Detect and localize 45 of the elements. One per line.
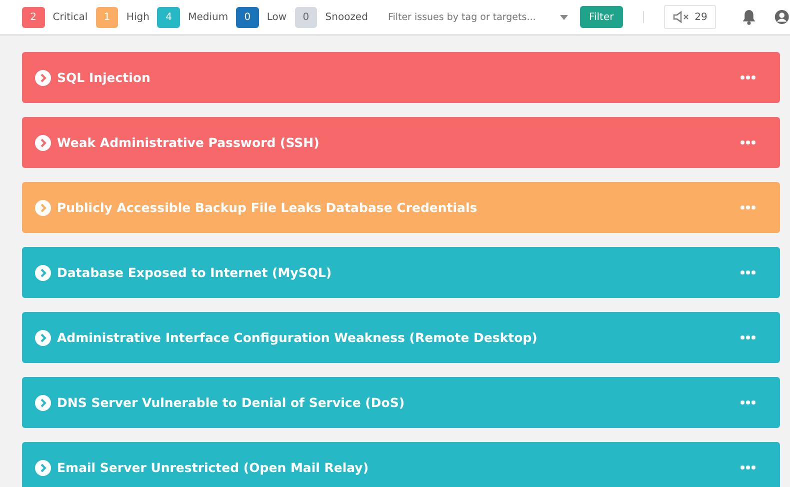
severity-label: Low	[266, 12, 287, 22]
severity-label: Snoozed	[325, 12, 368, 22]
more-icon[interactable]	[740, 270, 756, 275]
severity-label: Medium	[188, 12, 228, 22]
mute-icon	[672, 11, 691, 23]
bell-icon[interactable]	[742, 8, 756, 26]
count-badge[interactable]: 0	[294, 6, 318, 28]
muted-button[interactable]: 29	[664, 5, 716, 29]
issue-title: Publicly Accessible Backup File Leaks Database Credentials	[57, 200, 478, 215]
expand-icon[interactable]	[35, 330, 51, 346]
expand-icon[interactable]	[35, 394, 51, 410]
count-badge[interactable]: 1	[96, 6, 118, 28]
search-field[interactable]: Filter issues by tag or targets...	[386, 10, 568, 24]
severity-label: High	[126, 12, 150, 22]
issue-card[interactable]: Email Server Unrestricted (Open Mail Relay)	[22, 442, 780, 487]
more-icon[interactable]	[740, 465, 756, 470]
issue-card[interactable]: Weak Administrative Password (SSH)	[22, 117, 780, 168]
issue-card[interactable]: DNS Server Vulnerable to Denial of Service (DoS)	[22, 377, 780, 428]
issue-title: DNS Server Vulnerable to Denial of Service (DoS)	[57, 395, 406, 410]
filter-button[interactable]: Filter	[580, 6, 623, 28]
more-icon[interactable]	[740, 205, 756, 210]
expand-icon[interactable]	[35, 264, 51, 280]
more-icon[interactable]	[740, 75, 756, 80]
issue-card[interactable]: Publicly Accessible Backup File Leaks Database Credentials	[22, 182, 780, 233]
severity-label: Critical	[52, 12, 88, 22]
issue-title: Administrative Interface Configuration Weakness (Remote Desktop)	[57, 330, 538, 345]
expand-icon[interactable]	[35, 134, 51, 150]
issue-title: Email Server Unrestricted (Open Mail Relay)	[57, 460, 370, 475]
expand-icon[interactable]	[35, 70, 51, 86]
issue-card[interactable]: SQL Injection	[22, 52, 780, 103]
more-icon[interactable]	[740, 140, 756, 145]
issue-card[interactable]: Administrative Interface Configuration Weakness (Remote Desktop)	[22, 312, 780, 363]
expand-icon[interactable]	[35, 200, 51, 216]
count-badge[interactable]: 0	[236, 6, 259, 28]
caret-icon	[560, 14, 568, 20]
count-badge[interactable]: 2	[22, 6, 45, 28]
expand-icon[interactable]	[35, 460, 51, 476]
issue-card[interactable]: Database Exposed to Internet (MySQL)	[22, 247, 780, 298]
user-icon[interactable]	[774, 8, 790, 26]
issue-title: Database Exposed to Internet (MySQL)	[57, 265, 333, 280]
issue-title: SQL Injection	[57, 70, 152, 85]
count-badge[interactable]: 4	[157, 6, 180, 28]
issue-title: Weak Administrative Password (SSH)	[57, 135, 320, 150]
more-icon[interactable]	[740, 400, 756, 405]
more-icon[interactable]	[740, 335, 756, 340]
